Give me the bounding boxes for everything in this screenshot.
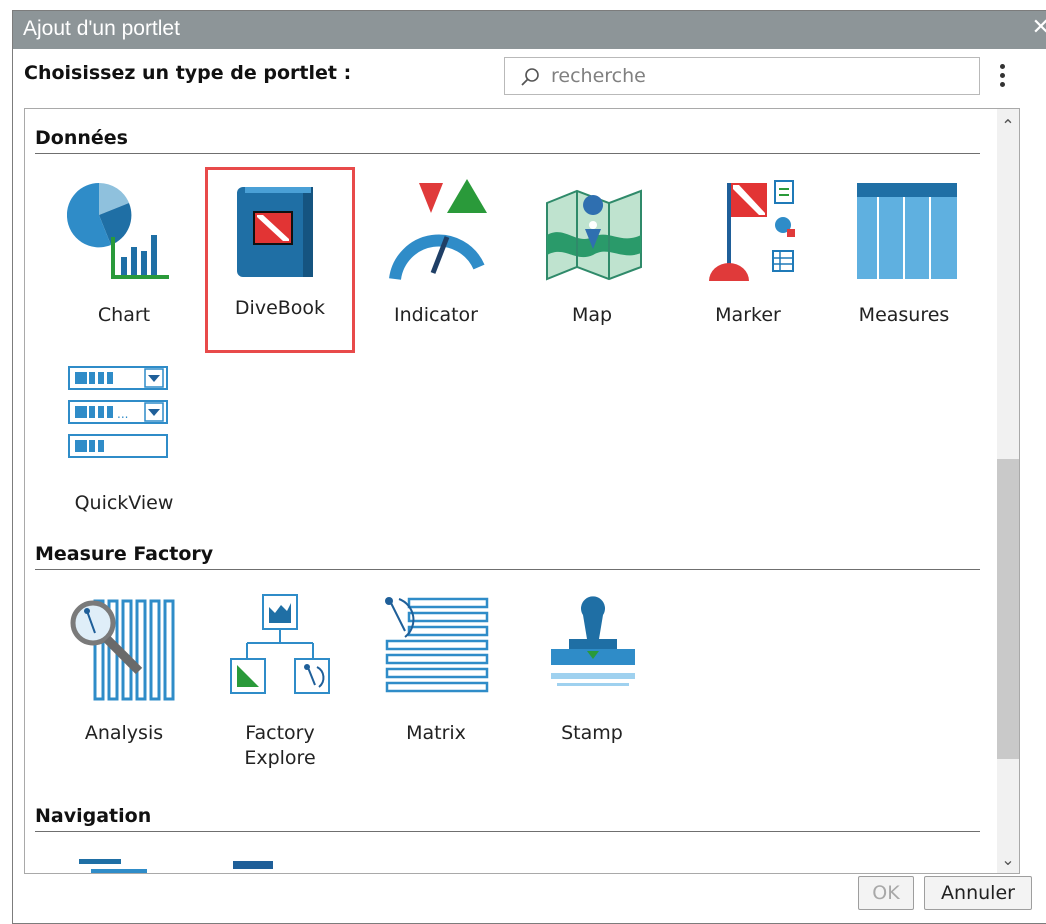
ok-button[interactable]: OK: [858, 876, 914, 910]
portlet-tile-analysis[interactable]: Analysis: [49, 593, 199, 783]
search-box[interactable]: [504, 57, 980, 95]
tile-label: Indicator: [394, 304, 478, 326]
navigation-tile-partial-1[interactable]: [77, 857, 147, 873]
tile-label: Analysis: [84, 722, 164, 744]
scroll-down-icon[interactable]: ⌄: [997, 849, 1019, 871]
portlet-tile-divebook[interactable]: DiveBook: [205, 167, 355, 353]
matrix-icon: [385, 597, 489, 693]
tile-label: QuickView: [74, 492, 174, 514]
section-header-navigation: Navigation: [35, 805, 980, 832]
portlet-tile-factory-explore[interactable]: Factory Explore: [205, 593, 355, 783]
tile-label: Chart: [97, 304, 151, 326]
scrollbar-thumb[interactable]: [997, 459, 1019, 759]
search-input[interactable]: [551, 63, 961, 89]
portlet-tile-matrix[interactable]: Matrix: [361, 593, 511, 783]
scroll-up-icon[interactable]: ⌃: [997, 115, 1019, 137]
tile-label: Map: [571, 304, 613, 326]
quickview-icon: ...: [68, 366, 168, 458]
vertical-scrollbar[interactable]: ⌃ ⌄: [997, 109, 1019, 873]
section-header-measure-factory: Measure Factory: [35, 543, 980, 570]
search-icon: [521, 68, 539, 86]
tile-label: Matrix: [406, 722, 466, 744]
nav-icon-bar: [91, 869, 147, 873]
dialog-title: Ajout d'un portlet: [23, 17, 180, 40]
more-options-icon[interactable]: [998, 64, 1008, 94]
svg-text:...: ...: [117, 407, 128, 421]
stamp-icon: [551, 596, 635, 686]
close-icon[interactable]: ✕: [1032, 15, 1046, 40]
map-icon: [546, 189, 642, 281]
dialog-titlebar[interactable]: Ajout d'un portlet ✕: [13, 11, 1046, 49]
portlet-tile-stamp[interactable]: Stamp: [517, 593, 667, 783]
navigation-tile-partial-2[interactable]: [233, 861, 273, 873]
tile-label: Factory Explore: [244, 722, 316, 769]
section-header-donnees: Données: [35, 127, 980, 154]
portlet-tile-chart[interactable]: Chart: [49, 175, 199, 365]
nav-icon-bar: [79, 859, 121, 864]
tile-label: Measures: [858, 304, 950, 326]
nav-icon-bar: [233, 861, 273, 869]
tile-label: DiveBook: [234, 297, 326, 319]
portlet-tile-measures[interactable]: Measures: [829, 175, 979, 365]
chart-icon: [67, 182, 169, 279]
tile-label: Marker: [715, 304, 781, 326]
portlet-tile-map[interactable]: Map: [517, 175, 667, 365]
indicator-icon: [389, 179, 487, 281]
portlet-type-prompt: Choisissez un type de portlet :: [24, 62, 352, 84]
tile-label: Stamp: [561, 722, 623, 744]
marker-icon: [709, 180, 795, 281]
analysis-icon: [70, 599, 175, 701]
divebook-icon: [237, 187, 313, 277]
factory-explore-icon: [230, 594, 330, 694]
measures-icon: [857, 183, 957, 279]
portlet-type-list[interactable]: Données Chart DiveBook Indicator Map Mar…: [24, 108, 1020, 874]
portlet-tile-marker[interactable]: Marker: [673, 175, 823, 365]
portlet-tile-quickview[interactable]: ... QuickView: [49, 363, 199, 553]
cancel-button[interactable]: Annuler: [924, 876, 1032, 910]
portlet-tile-indicator[interactable]: Indicator: [361, 175, 511, 365]
